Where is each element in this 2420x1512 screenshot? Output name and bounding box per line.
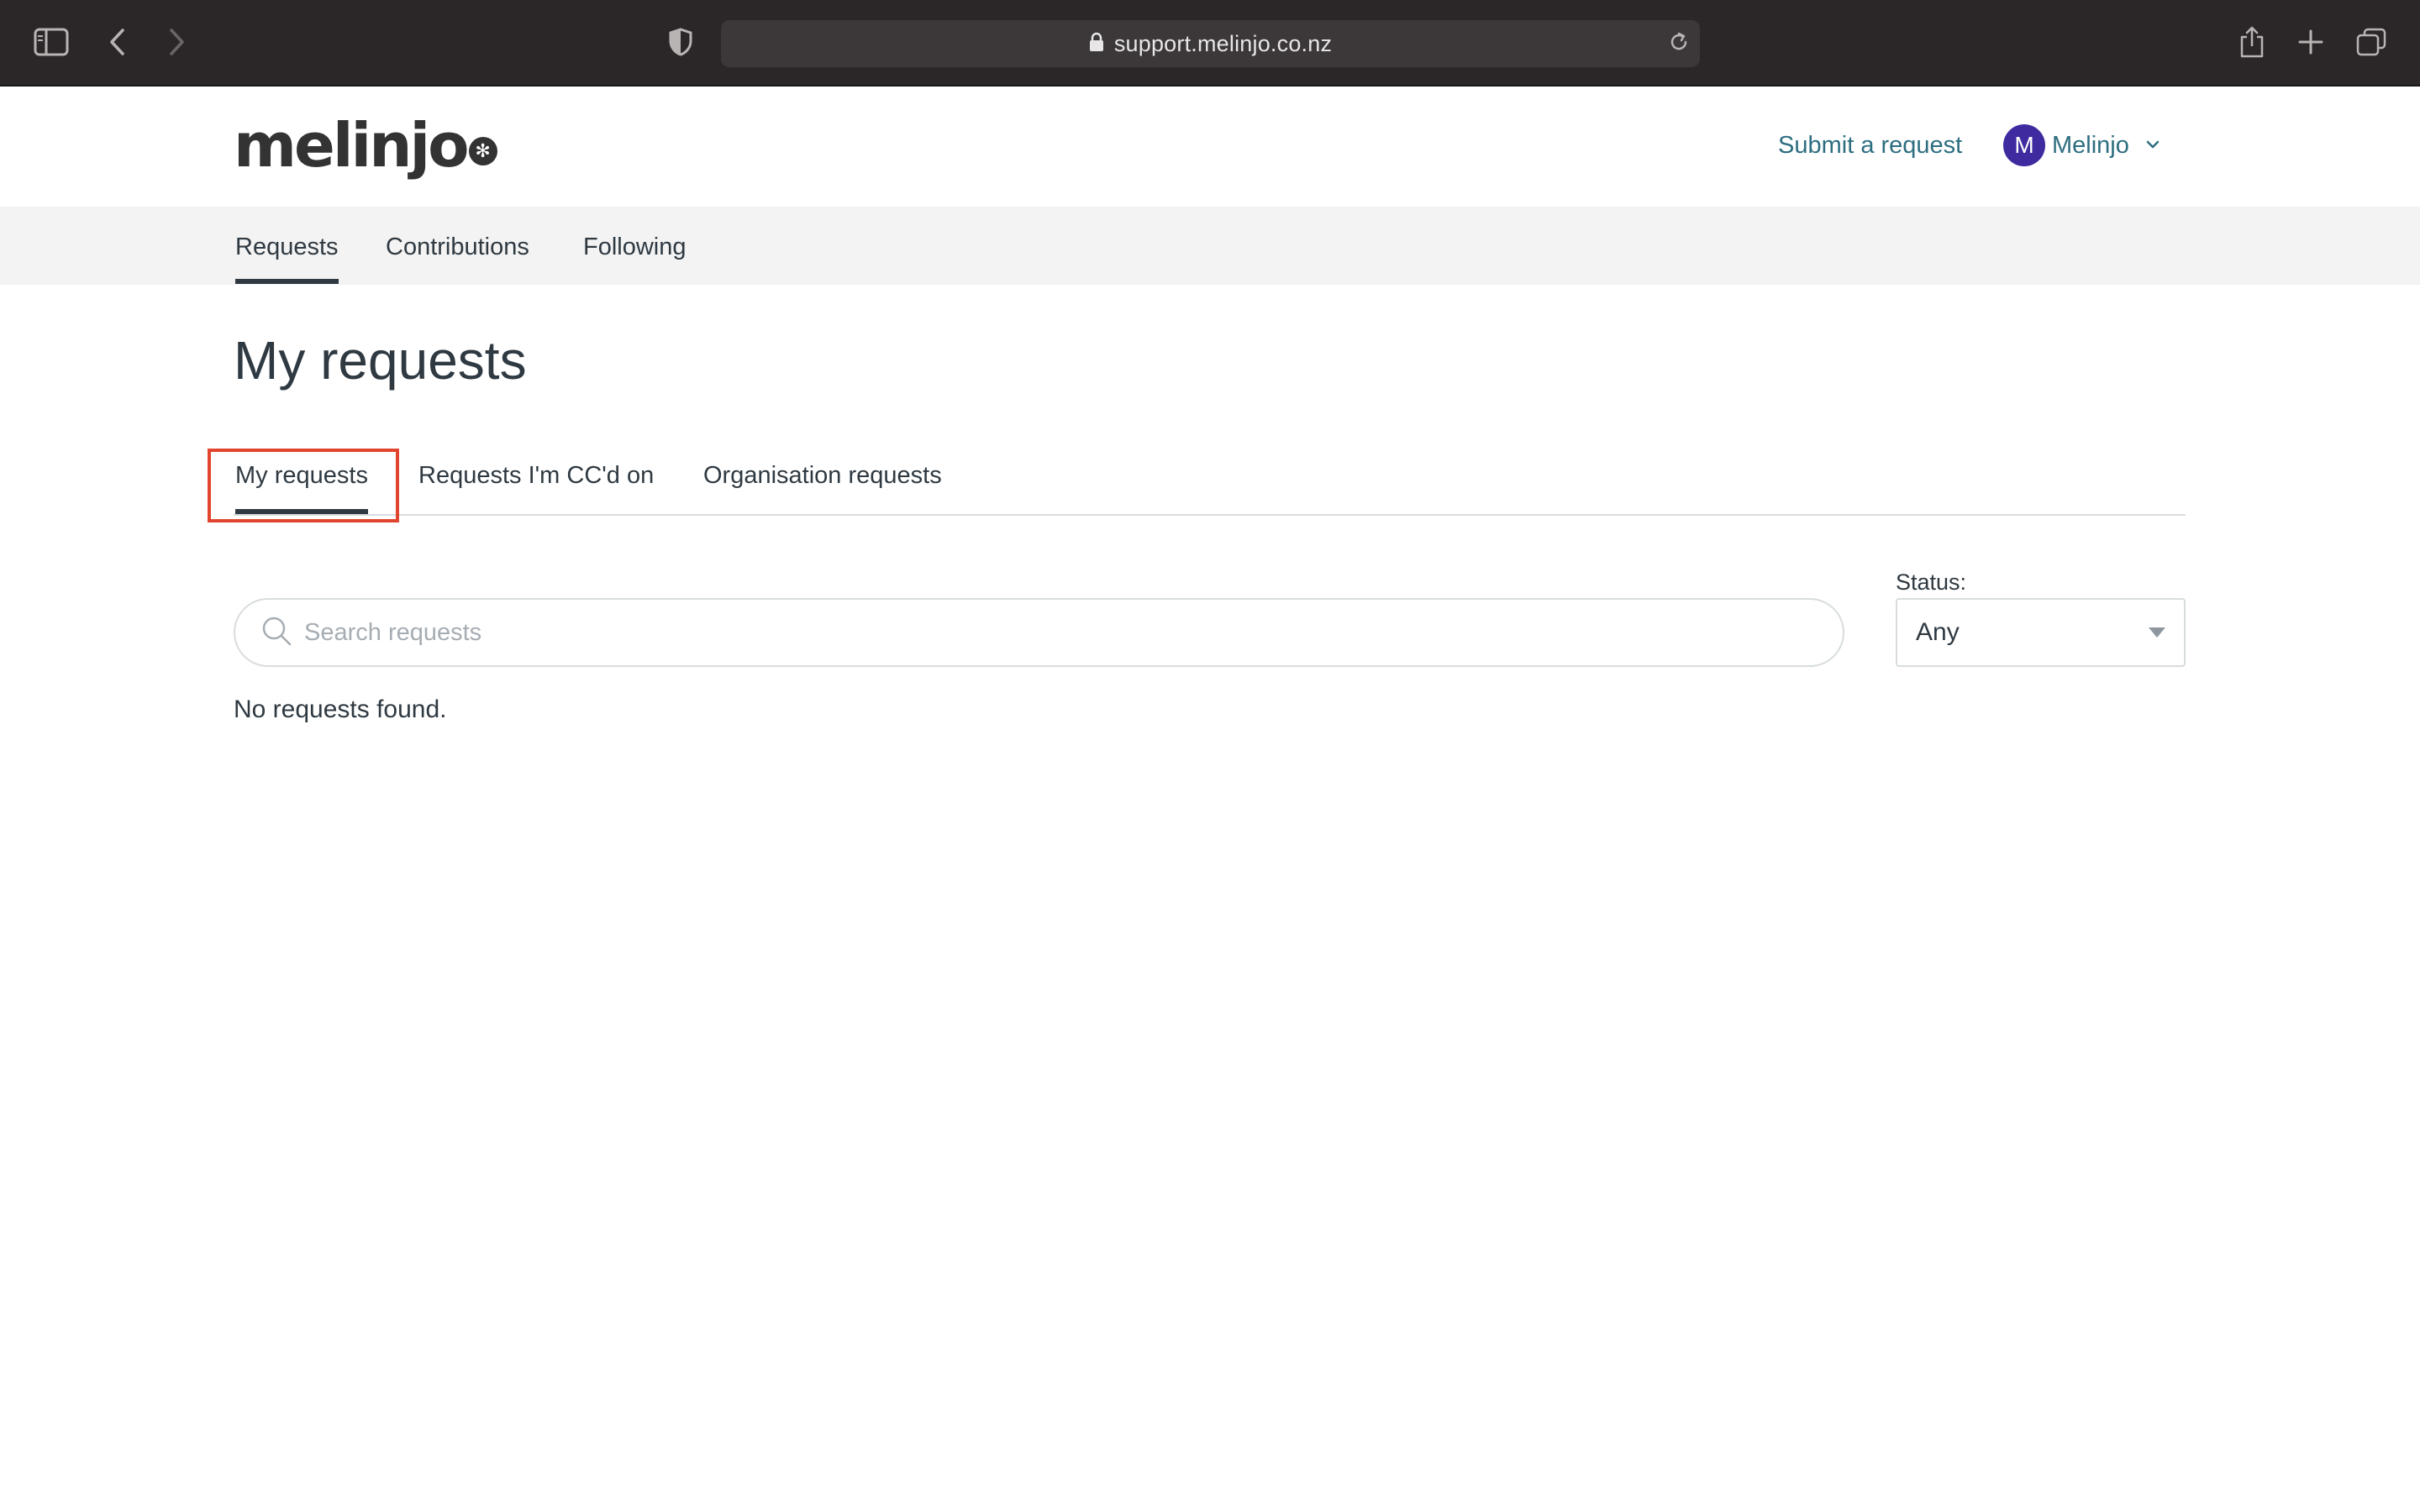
caret-down-icon (2149, 627, 2165, 638)
status-label: Status: (1896, 570, 1967, 595)
status-select[interactable]: Any (1896, 598, 2186, 667)
page-title: My requests (234, 330, 527, 391)
empty-state-message: No requests found. (234, 696, 447, 723)
sub-nav: Requests Contributions Following (0, 207, 2420, 285)
submit-request-link[interactable]: Submit a request (1778, 132, 1962, 160)
logo-text: melinjo (234, 110, 470, 181)
status-selected-value: Any (1916, 618, 1960, 646)
back-icon[interactable] (97, 22, 138, 62)
site-header: melinjo ✻ Submit a request M Melinjo (0, 87, 2420, 207)
share-icon[interactable] (2232, 22, 2272, 62)
sidebar-icon[interactable] (31, 22, 71, 62)
browser-toolbar: support.melinjo.co.nz (0, 0, 2420, 87)
reload-icon[interactable] (1659, 22, 1699, 62)
search-icon (260, 615, 292, 651)
tabs-overview-icon[interactable] (2351, 22, 2391, 62)
avatar: M (2003, 124, 2045, 166)
sub-nav-requests[interactable]: Requests (235, 234, 339, 284)
melinjo-logo[interactable]: melinjo ✻ (234, 110, 497, 181)
search-box[interactable] (234, 598, 1844, 667)
shield-icon[interactable] (660, 22, 701, 62)
chevron-down-icon (2146, 138, 2160, 153)
forward-icon[interactable] (156, 22, 197, 62)
highlight-box (208, 449, 399, 522)
new-tab-icon[interactable] (2291, 22, 2331, 62)
logo-badge-icon: ✻ (468, 137, 497, 165)
lock-icon (1089, 32, 1104, 56)
tab-ccd-requests[interactable]: Requests I'm CC'd on (418, 462, 654, 490)
user-name: Melinjo (2052, 131, 2129, 159)
address-bar[interactable]: support.melinjo.co.nz (721, 20, 1700, 67)
sub-nav-contributions[interactable]: Contributions (386, 234, 529, 261)
url-text: support.melinjo.co.nz (1113, 30, 1333, 56)
sub-nav-following[interactable]: Following (583, 234, 687, 261)
request-tabs: My requests Requests I'm CC'd on Organis… (234, 449, 2186, 516)
search-input[interactable] (304, 618, 1733, 647)
tab-organisation-requests[interactable]: Organisation requests (703, 462, 942, 490)
user-menu[interactable]: M Melinjo (2003, 123, 2160, 167)
